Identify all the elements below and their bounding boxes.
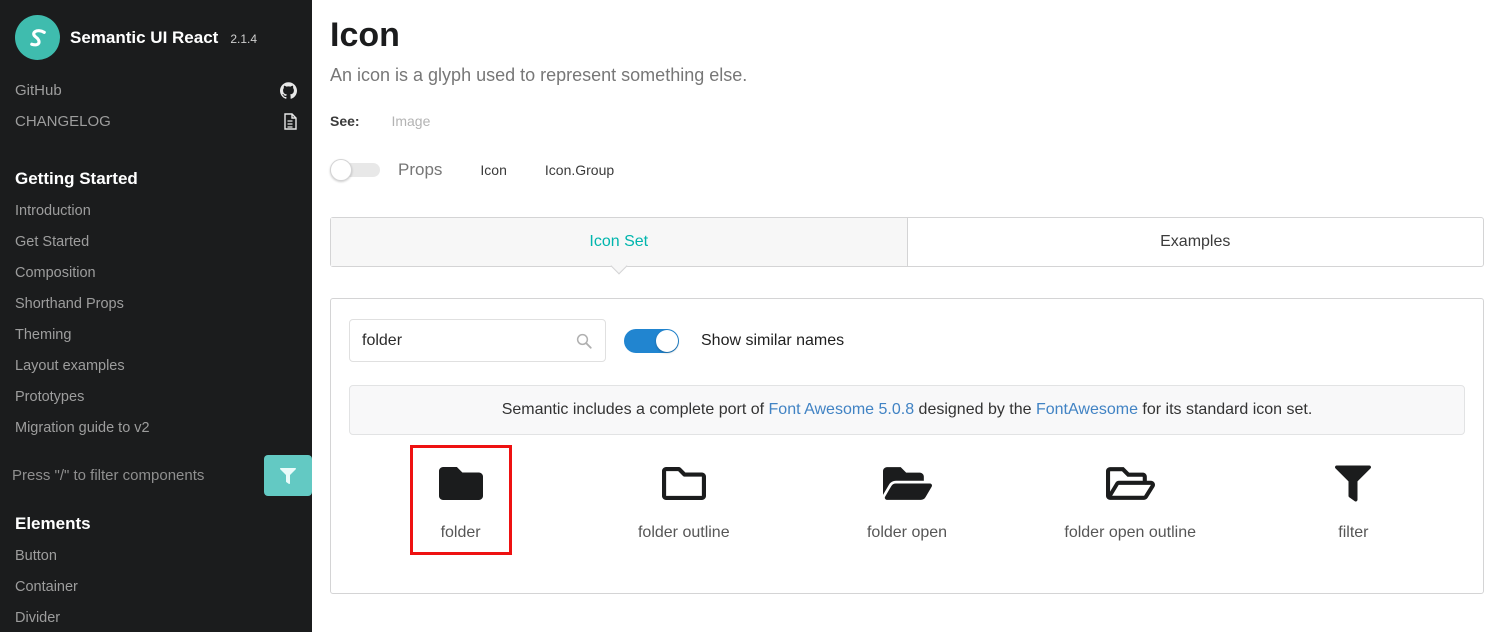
annotation-rectangle: folder — [410, 445, 512, 555]
github-link-label: GitHub — [15, 82, 62, 99]
sidebar-item-container[interactable]: Container — [0, 571, 312, 602]
icon-cell-filter[interactable]: filter — [1242, 445, 1465, 555]
props-link-icon-group[interactable]: Icon.Group — [545, 162, 614, 178]
section-heading-elements: Elements — [0, 508, 312, 540]
props-toggle-knob — [330, 159, 352, 181]
see-also-row: See: Image — [330, 113, 1484, 129]
folder-open-outline-icon — [1106, 464, 1155, 502]
search-icon — [575, 332, 593, 350]
filter-components-input[interactable] — [0, 455, 264, 496]
sidebar-search — [0, 455, 312, 496]
changelog-link[interactable]: CHANGELOG — [0, 106, 312, 137]
show-similar-label: Show similar names — [701, 332, 844, 350]
icon-set-panel: Show similar names Semantic includes a c… — [330, 298, 1484, 594]
sidebar-item-divider[interactable]: Divider — [0, 602, 312, 632]
filter-button[interactable] — [264, 455, 312, 496]
filter-icon — [280, 468, 296, 484]
icon-cell-folder[interactable]: folder — [349, 445, 572, 555]
sidebar-item-introduction[interactable]: Introduction — [0, 195, 312, 226]
filter-grid-icon — [1335, 464, 1371, 502]
font-awesome-message: Semantic includes a complete port of Fon… — [349, 385, 1465, 435]
sidebar-item-prototypes[interactable]: Prototypes — [0, 381, 312, 412]
sidebar-item-theming[interactable]: Theming — [0, 319, 312, 350]
see-label: See: — [330, 113, 360, 129]
section-heading-getting-started: Getting Started — [0, 163, 312, 195]
message-text: for its standard icon set. — [1138, 401, 1312, 418]
message-text: Semantic includes a complete port of — [502, 401, 769, 418]
page-subtitle: An icon is a glyph used to represent som… — [330, 65, 1484, 86]
props-link-icon[interactable]: Icon — [480, 162, 506, 178]
icon-label: folder outline — [638, 524, 730, 542]
show-similar-toggle-knob — [656, 330, 678, 352]
show-similar-toggle[interactable] — [624, 329, 679, 353]
changelog-link-label: CHANGELOG — [15, 113, 111, 130]
sidebar-item-button[interactable]: Button — [0, 540, 312, 571]
icon-cell-folder-open[interactable]: folder open — [795, 445, 1018, 555]
tab-examples[interactable]: Examples — [908, 218, 1484, 266]
fontawesome-link[interactable]: FontAwesome — [1036, 401, 1138, 418]
tab-icon-set[interactable]: Icon Set — [331, 218, 908, 266]
page-title: Icon — [330, 16, 1484, 55]
github-icon — [280, 82, 297, 99]
logo-row: Semantic UI React 2.1.4 — [0, 0, 312, 75]
props-toggle-label: Props — [398, 160, 442, 180]
sidebar-item-migration-guide[interactable]: Migration guide to v2 — [0, 412, 312, 443]
props-toggle[interactable] — [330, 159, 380, 181]
semantic-ui-logo-icon[interactable] — [15, 15, 60, 60]
main-content: Icon An icon is a glyph used to represen… — [312, 0, 1499, 632]
message-text: designed by the — [914, 401, 1036, 418]
see-link-image[interactable]: Image — [391, 113, 430, 129]
sidebar: Semantic UI React 2.1.4 GitHub CHANGELOG… — [0, 0, 312, 632]
icon-label: folder open — [867, 524, 947, 542]
props-row: Props Icon Icon.Group — [330, 159, 1484, 181]
changelog-icon — [283, 113, 297, 130]
icon-cell-folder-outline[interactable]: folder outline — [572, 445, 795, 555]
folder-icon — [439, 464, 483, 502]
sidebar-item-composition[interactable]: Composition — [0, 257, 312, 288]
sidebar-item-shorthand-props[interactable]: Shorthand Props — [0, 288, 312, 319]
folder-outline-icon — [662, 464, 706, 502]
icon-label: folder open outline — [1064, 524, 1196, 542]
folder-open-icon — [883, 464, 932, 502]
icon-label: filter — [1338, 524, 1368, 542]
version-label: 2.1.4 — [230, 32, 257, 46]
github-link[interactable]: GitHub — [0, 75, 312, 106]
icon-search-input[interactable] — [362, 332, 575, 350]
icon-label: folder — [441, 524, 481, 542]
icon-search-row: Show similar names — [349, 319, 1465, 362]
sidebar-item-get-started[interactable]: Get Started — [0, 226, 312, 257]
sidebar-item-layout-examples[interactable]: Layout examples — [0, 350, 312, 381]
icon-search-box — [349, 319, 606, 362]
icon-grid: folder folder outline — [349, 445, 1465, 555]
app-title: Semantic UI React — [70, 28, 218, 48]
font-awesome-version-link[interactable]: Font Awesome 5.0.8 — [769, 401, 915, 418]
app-window: Semantic UI React 2.1.4 GitHub CHANGELOG… — [0, 0, 1499, 632]
icon-cell-folder-open-outline[interactable]: folder open outline — [1019, 445, 1242, 555]
tab-menu: Icon Set Examples — [330, 217, 1484, 267]
